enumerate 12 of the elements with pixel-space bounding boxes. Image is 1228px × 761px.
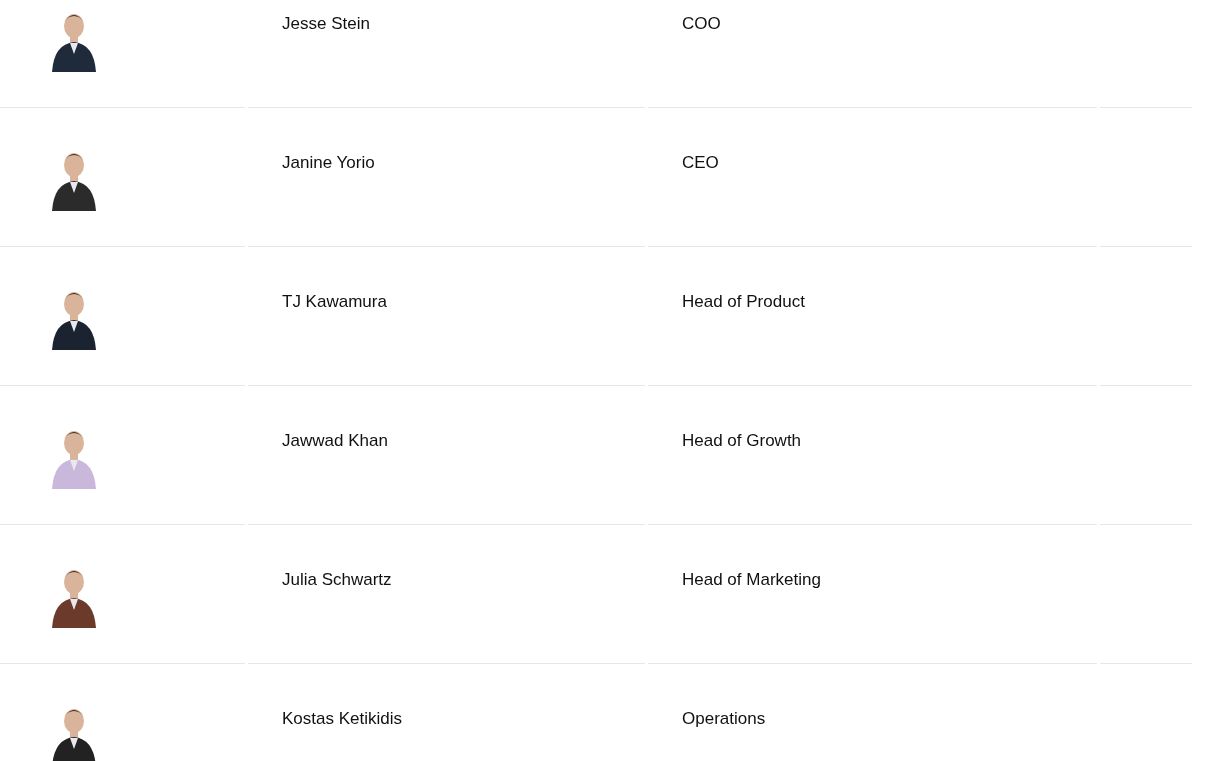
member-name: Janine Yorio	[282, 153, 375, 173]
member-name: TJ Kawamura	[282, 292, 387, 312]
member-role: Head of Growth	[682, 431, 802, 451]
member-name: Kostas Ketikidis	[282, 709, 402, 729]
member-role: Head of Marketing	[682, 570, 821, 590]
member-role: Head of Product	[682, 292, 805, 312]
member-name: Julia Schwartz	[282, 570, 392, 590]
member-name: Jesse Stein	[282, 14, 370, 34]
member-role: Operations	[682, 709, 766, 729]
member-role: COO	[682, 14, 721, 34]
member-role: CEO	[682, 153, 719, 173]
member-name: Jawwad Khan	[282, 431, 388, 451]
